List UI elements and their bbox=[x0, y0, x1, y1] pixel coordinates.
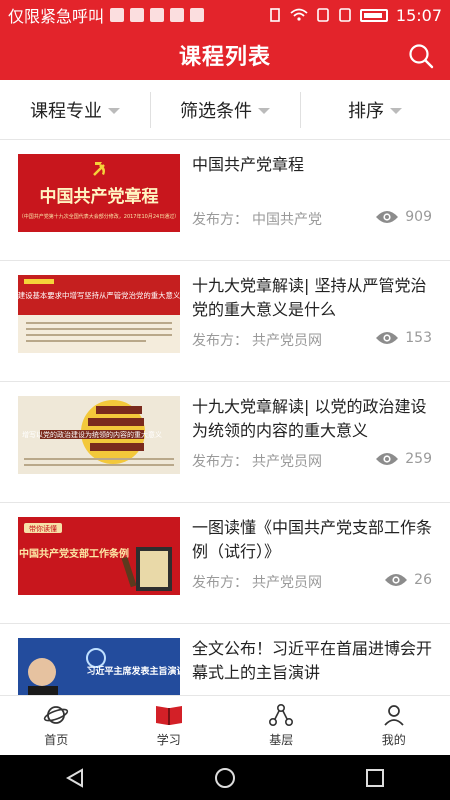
weibo-icon bbox=[150, 8, 165, 22]
publisher-line: 发布方： 共产党员网 bbox=[192, 572, 322, 592]
view-count: 259 bbox=[375, 451, 432, 467]
user-icon bbox=[384, 705, 404, 726]
app-bar: 课程列表 bbox=[0, 30, 450, 80]
home-notify-icon bbox=[190, 8, 205, 22]
planet-icon bbox=[44, 706, 69, 724]
view-count: 153 bbox=[375, 330, 432, 346]
publisher-prefix: 发布方： bbox=[192, 454, 248, 470]
gallery-icon bbox=[130, 8, 145, 22]
course-item[interactable]: 习近平主席发表主旨演讲 全文公布！习近平在首届进博会开幕式上的主旨演讲 bbox=[0, 624, 450, 695]
sim-icon bbox=[317, 8, 329, 22]
recents-icon[interactable] bbox=[364, 767, 386, 789]
system-nav-bar bbox=[0, 755, 450, 800]
publisher-name: 中国共产党 bbox=[252, 212, 322, 228]
eye-icon bbox=[385, 574, 408, 586]
tab-study[interactable]: 学习 bbox=[113, 696, 226, 755]
publisher-name: 共产党员网 bbox=[252, 333, 322, 349]
status-left: 仅限紧急呼叫 bbox=[8, 3, 205, 27]
view-count-value: 153 bbox=[405, 330, 432, 346]
course-thumbnail: 带你读懂 中国共产党支部工作条例 bbox=[18, 517, 180, 595]
course-list: 中国共产党章程 （中国共产党第十九次全国代表大会部分修改，2017年10月24日… bbox=[0, 140, 450, 695]
tab-label: 我的 bbox=[381, 733, 406, 747]
course-item[interactable]: 增写以党的政治建设为统领的内容的重大意义 十九大党章解读| 以党的政治建设为统领… bbox=[0, 382, 450, 503]
eye-icon bbox=[376, 211, 399, 223]
thumb-text: 在党的建设基本要求中增写坚持从严管党治党的重大意义是什么 bbox=[18, 291, 180, 300]
publisher-name: 共产党员网 bbox=[252, 454, 322, 470]
eye-icon bbox=[376, 332, 399, 344]
sim-icon-2 bbox=[339, 8, 351, 22]
course-item[interactable]: 带你读懂 中国共产党支部工作条例 一图读懂《中国共产党支部工作条例（试行）》 发… bbox=[0, 503, 450, 624]
home-icon[interactable] bbox=[214, 767, 236, 789]
publisher-prefix: 发布方： bbox=[192, 575, 248, 591]
bottom-tab-bar: 首页 学习 基层 我的 bbox=[0, 695, 450, 755]
carrier-text: 仅限紧急呼叫 bbox=[8, 7, 105, 26]
thumb-text: 增写以党的政治建设为统领的内容的重大意义 bbox=[22, 430, 162, 439]
thumb-text: 中国共产党支部工作条例 bbox=[19, 547, 129, 560]
course-title: 十九大党章解读| 坚持从严管党治党的重大意义是什么 bbox=[192, 276, 427, 319]
course-title: 一图读懂《中国共产党支部工作条例（试行）》 bbox=[192, 518, 433, 561]
caret-down-icon bbox=[108, 107, 120, 114]
tab-label: 学习 bbox=[156, 733, 181, 747]
tab-label: 基层 bbox=[269, 733, 294, 747]
course-title: 全文公布！习近平在首届进博会开幕式上的主旨演讲 bbox=[192, 639, 433, 682]
wifi-icon bbox=[290, 8, 308, 21]
clock-text: 15:07 bbox=[395, 5, 442, 25]
publisher-line: 发布方： 共产党员网 bbox=[192, 330, 322, 350]
view-count-value: 909 bbox=[405, 209, 432, 225]
tab-grassroots[interactable]: 基层 bbox=[225, 696, 338, 755]
course-thumbnail: 中国共产党章程 （中国共产党第十九次全国代表大会部分修改，2017年10月24日… bbox=[18, 154, 180, 232]
course-thumbnail: 增写以党的政治建设为统领的内容的重大意义 bbox=[18, 396, 180, 474]
course-title: 十九大党章解读| 以党的政治建设为统领的内容的重大意义 bbox=[192, 397, 427, 440]
book-icon bbox=[155, 706, 182, 725]
search-button[interactable] bbox=[404, 39, 438, 73]
back-icon[interactable] bbox=[64, 767, 86, 789]
publisher-line: 发布方： 中国共产党 bbox=[192, 209, 322, 229]
notification-icon bbox=[110, 8, 125, 22]
filter-bar: 课程专业 筛选条件 排序 bbox=[0, 80, 450, 140]
filter-course-major[interactable]: 课程专业 bbox=[0, 80, 150, 139]
battery-icon bbox=[359, 8, 388, 22]
publisher-name: 共产党员网 bbox=[252, 575, 322, 591]
publisher-line: 发布方： 共产党员网 bbox=[192, 451, 322, 471]
weibo-icon-2 bbox=[170, 8, 185, 22]
course-thumbnail: 在党的建设基本要求中增写坚持从严管党治党的重大意义是什么 bbox=[18, 275, 180, 353]
publisher-prefix: 发布方： bbox=[192, 333, 248, 349]
caret-down-icon bbox=[258, 107, 270, 114]
view-count: 26 bbox=[384, 572, 432, 588]
thumb-caption: （中国共产党第十九次全国代表大会部分修改，2017年10月24日通过） bbox=[19, 213, 179, 220]
filter-label: 筛选条件 bbox=[180, 100, 252, 122]
thumb-tag: 带你读懂 bbox=[29, 524, 57, 533]
filter-conditions[interactable]: 筛选条件 bbox=[150, 80, 300, 139]
org-tree-icon bbox=[269, 703, 294, 727]
view-count: 909 bbox=[375, 209, 432, 225]
course-title: 中国共产党章程 bbox=[192, 155, 305, 174]
filter-sort[interactable]: 排序 bbox=[300, 80, 450, 139]
status-bar: 仅限紧急呼叫 15:07 bbox=[0, 0, 450, 30]
publisher-prefix: 发布方： bbox=[192, 212, 248, 228]
view-count-value: 259 bbox=[405, 451, 432, 467]
course-item[interactable]: 在党的建设基本要求中增写坚持从严管党治党的重大意义是什么 十九大党章解读| 坚持… bbox=[0, 261, 450, 382]
status-right: 15:07 bbox=[268, 6, 442, 25]
course-item[interactable]: 中国共产党章程 （中国共产党第十九次全国代表大会部分修改，2017年10月24日… bbox=[0, 140, 450, 261]
view-count-value: 26 bbox=[414, 572, 432, 588]
search-icon bbox=[409, 44, 434, 69]
filter-label: 排序 bbox=[348, 100, 384, 122]
thumb-text: 中国共产党章程 bbox=[40, 186, 159, 207]
vibrate-icon bbox=[270, 8, 280, 22]
course-thumbnail: 习近平主席发表主旨演讲 bbox=[18, 638, 180, 695]
eye-icon bbox=[376, 453, 399, 465]
filter-label: 课程专业 bbox=[30, 100, 102, 122]
thumb-text: 习近平主席发表主旨演讲 bbox=[86, 665, 180, 677]
caret-down-icon bbox=[390, 107, 402, 114]
page-title: 课程列表 bbox=[178, 45, 271, 70]
tab-label: 首页 bbox=[44, 733, 69, 747]
tab-home[interactable]: 首页 bbox=[0, 696, 113, 755]
tab-mine[interactable]: 我的 bbox=[338, 696, 450, 755]
